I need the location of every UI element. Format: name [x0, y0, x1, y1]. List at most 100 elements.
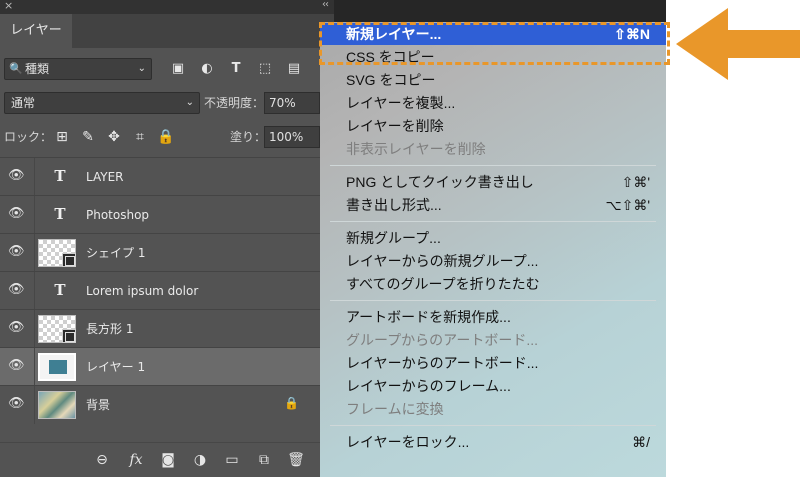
- menu-item[interactable]: レイヤーを削除: [320, 115, 666, 137]
- layer-style-icon[interactable]: fx: [126, 449, 146, 471]
- menu-item-label: 非表示レイヤーを削除: [346, 141, 486, 157]
- link-layers-icon[interactable]: ⊖: [92, 449, 112, 471]
- menu-item[interactable]: アートボードを新規作成...: [320, 306, 666, 328]
- fill-input[interactable]: 100%: [264, 126, 320, 148]
- eye-visibility-icon[interactable]: 👁: [8, 167, 25, 185]
- eye-visibility-icon[interactable]: 👁: [8, 319, 25, 337]
- panel-title-bar: × ‹‹: [0, 0, 334, 14]
- layer-mask-icon[interactable]: ◙: [158, 449, 178, 471]
- text-layer-icon: T: [54, 205, 66, 223]
- layer-row[interactable]: 👁 シェイプ 1: [0, 233, 334, 272]
- menu-item[interactable]: レイヤーを複製...: [320, 92, 666, 114]
- menu-item-label: レイヤーからのフレーム...: [346, 378, 511, 394]
- text-layer-icon: T: [54, 167, 66, 185]
- highlight-dashed-box: [319, 22, 670, 65]
- menu-item-shortcut: ⌥⇧⌘': [605, 197, 650, 213]
- menu-item-label: レイヤーを複製...: [346, 95, 456, 111]
- menu-separator: [330, 221, 656, 222]
- fill-label: 塗り：: [230, 130, 267, 144]
- layers-panel: × ‹‹ レイヤー 🔍 種類 ⌄ ▣ ◐ T ⬚ ▤ 通常 ⌄ 不透明度： 70% ロッ…: [0, 0, 334, 477]
- menu-item-label: 書き出し形式...: [346, 197, 442, 213]
- layer-row[interactable]: 👁 T LAYER: [0, 157, 334, 196]
- menu-item-label: PNG としてクイック書き出し: [346, 174, 534, 190]
- collapse-panel-icon[interactable]: ‹‹: [322, 0, 329, 10]
- menu-item-label: グループからのアートボード...: [346, 332, 538, 348]
- menu-item-label: フレームに変換: [346, 401, 444, 417]
- menu-separator: [330, 425, 656, 426]
- lock-artboard-icon[interactable]: ⌗: [130, 126, 150, 148]
- close-icon[interactable]: ×: [4, 0, 13, 12]
- eye-visibility-icon[interactable]: 👁: [8, 243, 25, 261]
- menu-separator: [330, 300, 656, 301]
- menu-item[interactable]: 新規グループ...: [320, 227, 666, 249]
- blend-row: 通常 ⌄ 不透明度： 70%: [0, 90, 334, 116]
- menu-item-label: すべてのグループを折りたたむ: [346, 276, 540, 292]
- blend-mode-select[interactable]: 通常 ⌄: [4, 92, 200, 114]
- row-divider: [34, 386, 35, 424]
- opacity-input[interactable]: 70%: [264, 92, 320, 114]
- filter-kind-select[interactable]: 🔍 種類 ⌄: [4, 58, 152, 80]
- shape-badge-icon: [62, 253, 76, 267]
- chevron-down-icon: ⌄: [185, 97, 194, 108]
- menu-item-label: レイヤーをロック...: [346, 434, 470, 450]
- menu-item: グループからのアートボード...: [320, 329, 666, 351]
- panel-bottom-toolbar: ⊖ fx ◙ ◑ ▭ ⧉ 🗑: [0, 442, 334, 477]
- new-group-icon[interactable]: ▭: [222, 449, 242, 471]
- menu-item[interactable]: レイヤーからの新規グループ...: [320, 250, 666, 272]
- filter-kind-value: 種類: [25, 62, 50, 76]
- layer-row[interactable]: 👁 T Lorem ipsum dolor: [0, 271, 334, 310]
- menu-item-label: レイヤーからの新規グループ...: [346, 253, 539, 269]
- adjustment-layer-icon[interactable]: ◑: [190, 449, 210, 471]
- delete-layer-icon[interactable]: 🗑: [286, 449, 306, 471]
- type-filter-icon[interactable]: T: [226, 58, 246, 80]
- eye-visibility-icon[interactable]: 👁: [8, 357, 25, 375]
- menu-item-shortcut: ⇧⌘': [621, 174, 650, 190]
- background-photo-thumbnail: [38, 391, 76, 419]
- menu-item[interactable]: SVG をコピー: [320, 69, 666, 91]
- lock-row: ロック： ⊞ ✎ ✥ ⌗ 🔒 塗り： 100%: [0, 124, 334, 150]
- menu-item-label: アートボードを新規作成...: [346, 309, 511, 325]
- pixel-filter-icon[interactable]: ▣: [168, 58, 188, 80]
- new-layer-icon[interactable]: ⧉: [254, 449, 274, 471]
- pointer-arrow-icon: [676, 8, 800, 80]
- menu-item-label: レイヤーからのアートボード...: [346, 355, 539, 371]
- menu-item[interactable]: レイヤーからのアートボード...: [320, 352, 666, 374]
- opacity-label: 不透明度：: [204, 96, 265, 110]
- layer-row[interactable]: 👁 背景 🔒: [0, 385, 334, 424]
- layer-name: 背景: [86, 398, 111, 412]
- smart-object-filter-icon[interactable]: ▤: [284, 58, 304, 80]
- menu-item[interactable]: レイヤーからのフレーム...: [320, 375, 666, 397]
- layer-list: 👁 T LAYER 👁 T Photoshop 👁 シェイプ 1 👁 T Lorem ipsum d…: [0, 157, 334, 424]
- layer-row[interactable]: 👁 レイヤー 1: [0, 347, 334, 386]
- eye-visibility-icon[interactable]: 👁: [8, 281, 25, 299]
- lock-position-icon[interactable]: ✥: [104, 126, 124, 148]
- lock-transparent-pixels-icon[interactable]: ⊞: [52, 126, 72, 148]
- eye-visibility-icon[interactable]: 👁: [8, 395, 25, 413]
- lock-icon: 🔒: [284, 396, 299, 410]
- menu-item[interactable]: すべてのグループを折りたたむ: [320, 273, 666, 295]
- menu-separator: [330, 165, 656, 166]
- text-layer-icon: T: [54, 281, 66, 299]
- layer-name: Photoshop: [86, 208, 150, 222]
- thumbnail-fill: [49, 360, 67, 374]
- shape-filter-icon[interactable]: ⬚: [255, 58, 275, 80]
- adjustment-filter-icon[interactable]: ◐: [197, 58, 217, 80]
- row-divider: [34, 272, 35, 310]
- row-divider: [34, 158, 35, 196]
- row-divider: [34, 310, 35, 348]
- layer-name: LAYER: [86, 170, 124, 184]
- lock-image-pixels-icon[interactable]: ✎: [78, 126, 98, 148]
- menu-item-label: 新規グループ...: [346, 230, 441, 246]
- menu-item[interactable]: PNG としてクイック書き出し ⇧⌘': [320, 171, 666, 193]
- menu-top-strip: [334, 0, 666, 22]
- tab-layers[interactable]: レイヤー: [0, 14, 72, 48]
- menu-item[interactable]: レイヤーをロック... ⌘/: [320, 431, 666, 453]
- layer-row[interactable]: 👁 長方形 1: [0, 309, 334, 348]
- menu-item[interactable]: 書き出し形式... ⌥⇧⌘': [320, 194, 666, 216]
- lock-all-icon[interactable]: 🔒: [156, 126, 176, 148]
- layer-row[interactable]: 👁 T Photoshop: [0, 195, 334, 234]
- layer-name: シェイプ 1: [86, 246, 146, 260]
- layer-name: Lorem ipsum dolor: [86, 284, 199, 298]
- eye-visibility-icon[interactable]: 👁: [8, 205, 25, 223]
- filter-row: 🔍 種類 ⌄ ▣ ◐ T ⬚ ▤: [0, 56, 334, 82]
